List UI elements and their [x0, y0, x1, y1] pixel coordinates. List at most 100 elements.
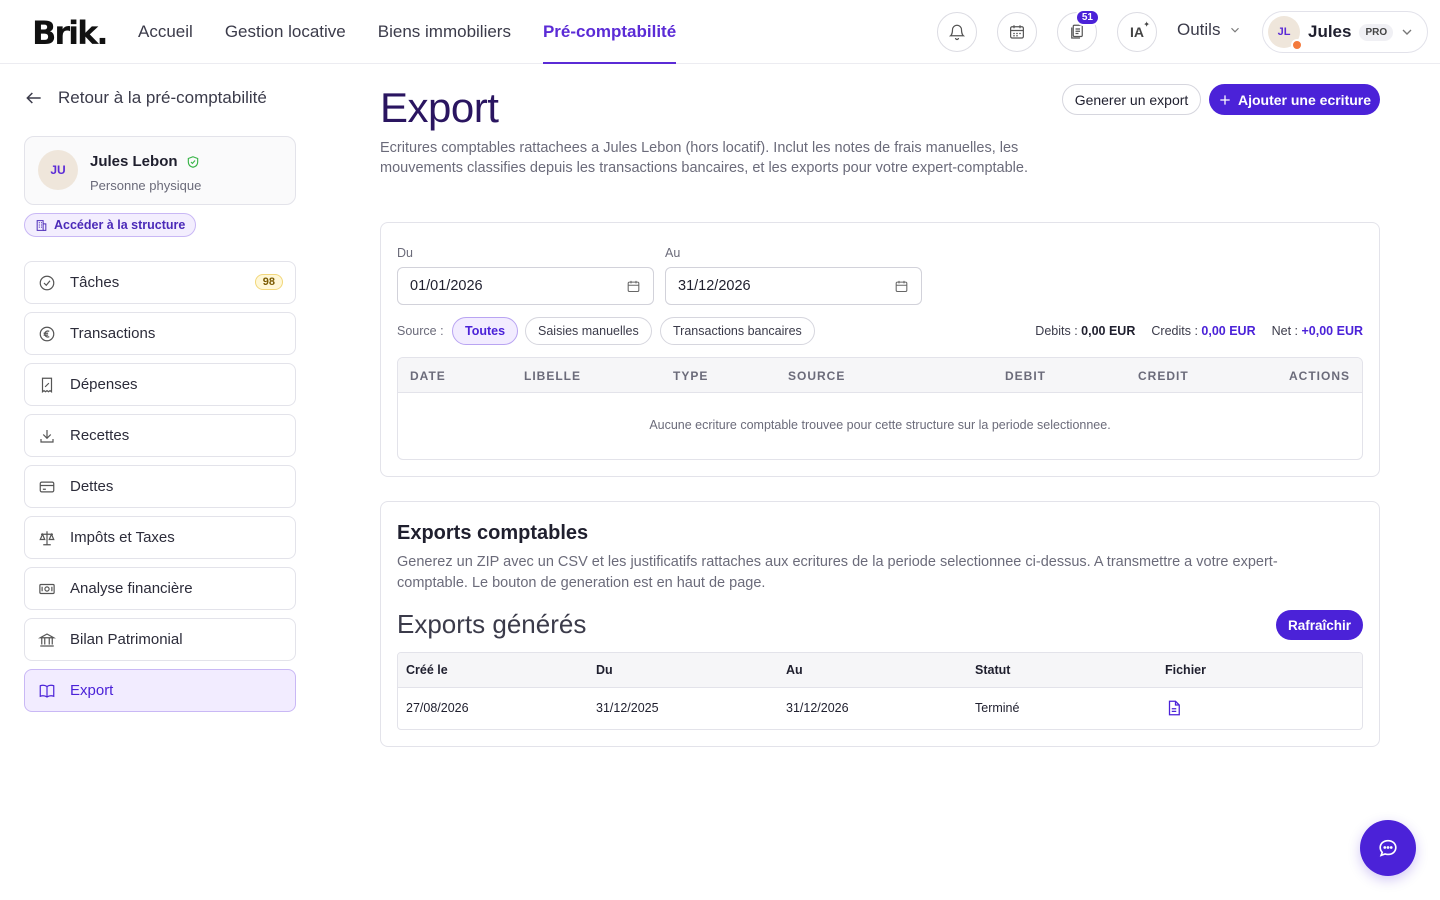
money-icon	[39, 583, 55, 594]
column-date: DATE	[410, 369, 446, 383]
exports-card: Exports comptables Generez un ZIP avec u…	[380, 501, 1380, 747]
chevron-down-icon	[1402, 29, 1412, 35]
user-menu[interactable]: JL Jules PRO	[1262, 11, 1428, 53]
column-to: Au	[786, 663, 803, 677]
exports-section-title: Exports comptables	[397, 522, 589, 544]
profile-card: JU Jules Lebon Personne physique	[24, 136, 296, 205]
from-date-label: Du	[397, 246, 413, 260]
export-status: Terminé	[975, 701, 1020, 715]
credit-card-icon	[39, 481, 55, 492]
column-credit: CREDIT	[1138, 369, 1189, 383]
page-description: Ecritures comptables rattachees a Jules …	[380, 140, 1028, 176]
nav-pre-comptabilite[interactable]: Pré-comptabilité	[542, 0, 677, 64]
nav-biens-immobiliers[interactable]: Biens immobiliers	[378, 0, 511, 64]
chat-button[interactable]	[1360, 820, 1416, 876]
column-status: Statut	[975, 663, 1011, 677]
ledger-table: DATE LIBELLE TYPE SOURCE DEBIT CREDIT AC…	[397, 357, 1363, 460]
to-date-input[interactable]: 31/12/2026	[665, 267, 922, 305]
ia-label: IA ✦	[1130, 20, 1150, 40]
euro-icon	[39, 326, 55, 341]
ia-button[interactable]: IA ✦	[1117, 12, 1157, 52]
calendar-icon[interactable]	[626, 279, 641, 294]
sparkle-icon: ✦	[1143, 20, 1150, 29]
add-entry-button[interactable]: Ajouter une ecriture	[1209, 84, 1380, 115]
user-name: Jules	[1308, 22, 1352, 41]
column-debit: DEBIT	[1005, 369, 1046, 383]
column-created: Créé le	[406, 663, 448, 677]
outils-menu[interactable]: Outils	[1177, 20, 1242, 40]
sidebar-item-impots[interactable]: Impôts et Taxes	[24, 516, 296, 559]
book-icon	[39, 684, 55, 698]
column-source: SOURCE	[788, 369, 846, 383]
tasks-count-badge: 98	[254, 274, 283, 290]
sidebar-item-transactions[interactable]: Transactions	[24, 312, 296, 355]
exports-section-description: Generez un ZIP avec un CSV et les justif…	[397, 554, 1278, 591]
generated-exports-title: Exports générés	[397, 609, 587, 639]
refresh-button[interactable]: Rafraîchir	[1276, 610, 1363, 640]
ledger-card: Du 01/01/2026 Au 31/12/2026 Source : Tou…	[380, 222, 1380, 477]
sidebar-item-label: Export	[70, 682, 114, 699]
sidebar-item-label: Dettes	[70, 478, 114, 495]
ledger-empty-message: Aucune ecriture comptable trouvee pour c…	[649, 418, 1111, 432]
sidebar-item-depenses[interactable]: Dépenses	[24, 363, 296, 406]
status-dot	[1291, 39, 1303, 51]
nav-gestion-locative[interactable]: Gestion locative	[225, 0, 346, 64]
file-icon[interactable]	[1165, 698, 1183, 718]
sidebar-item-label: Transactions	[70, 325, 156, 342]
net-total: Net : +0,00 EUR	[1271, 324, 1363, 338]
column-libelle: LIBELLE	[524, 369, 581, 383]
brik-logo[interactable]: Brik.	[32, 14, 109, 52]
file-download-link[interactable]	[1165, 698, 1183, 721]
sidebar-item-label: Recettes	[70, 427, 130, 444]
source-filter-saisies-manuelles[interactable]: Saisies manuelles	[525, 317, 652, 345]
sidebar-item-taches[interactable]: Tâches 98	[24, 261, 296, 304]
plus-icon	[1220, 94, 1230, 105]
back-link-label: Retour à la pré-comptabilité	[58, 88, 267, 107]
debits-total: Debits : 0,00 EUR	[1035, 324, 1136, 338]
arrow-left-icon	[26, 92, 41, 104]
sidebar-item-dettes[interactable]: Dettes	[24, 465, 296, 508]
export-created-date: 27/08/2026	[406, 701, 469, 715]
calendar-icon[interactable]	[894, 279, 909, 294]
structure-link[interactable]: Accéder à la structure	[24, 213, 197, 237]
documents-count-badge: 51	[1074, 9, 1100, 26]
totals-summary: Debits : 0,00 EUR Credits : 0,00 EUR Net…	[1035, 324, 1363, 338]
source-filter-transactions-bancaires[interactable]: Transactions bancaires	[660, 317, 815, 345]
avatar: JL	[1268, 16, 1303, 51]
scale-icon	[39, 530, 55, 545]
documents-button[interactable]: 51	[1057, 9, 1100, 52]
avatar: JU	[38, 150, 78, 190]
export-to-date: 31/12/2026	[786, 701, 849, 715]
sidebar-item-bilan[interactable]: Bilan Patrimonial	[24, 618, 296, 661]
top-bar: Brik. Accueil Gestion locative Biens imm…	[0, 0, 1440, 64]
profile-name: Jules Lebon	[90, 153, 200, 170]
from-date-input[interactable]: 01/01/2026	[397, 267, 654, 305]
back-link[interactable]: Retour à la pré-comptabilité	[24, 88, 267, 108]
exports-table-header: Créé le Du Au Statut Fichier	[398, 653, 1362, 688]
receipt-icon	[41, 377, 53, 393]
source-filter-toutes[interactable]: Toutes	[452, 317, 519, 345]
pro-badge: PRO	[1359, 23, 1394, 41]
download-icon	[40, 429, 54, 443]
exports-table: Créé le Du Au Statut Fichier 27/08/2026 …	[397, 652, 1363, 730]
source-label: Source :	[397, 324, 444, 338]
ledger-table-header: DATE LIBELLE TYPE SOURCE DEBIT CREDIT AC…	[398, 358, 1362, 393]
outils-label: Outils	[1177, 20, 1221, 39]
sidebar-item-export[interactable]: Export	[24, 669, 296, 712]
table-row: 27/08/2026 31/12/2025 31/12/2026 Terminé	[398, 688, 1362, 729]
check-circle-icon	[39, 275, 55, 290]
sidebar-item-label: Bilan Patrimonial	[70, 631, 183, 648]
verified-shield-icon	[187, 155, 198, 168]
profile-type: Personne physique	[90, 178, 202, 193]
sidebar-item-analyse[interactable]: Analyse financière	[24, 567, 296, 610]
column-from: Du	[596, 663, 613, 677]
nav-accueil[interactable]: Accueil	[138, 0, 193, 64]
export-from-date: 31/12/2025	[596, 701, 659, 715]
calendar-button[interactable]	[997, 12, 1037, 52]
bell-icon	[948, 24, 966, 41]
generate-export-button[interactable]: Generer un export	[1062, 84, 1201, 115]
notifications-button[interactable]	[937, 12, 977, 52]
sidebar-item-recettes[interactable]: Recettes	[24, 414, 296, 457]
column-file: Fichier	[1165, 663, 1206, 677]
sidebar-item-label: Dépenses	[70, 376, 138, 393]
